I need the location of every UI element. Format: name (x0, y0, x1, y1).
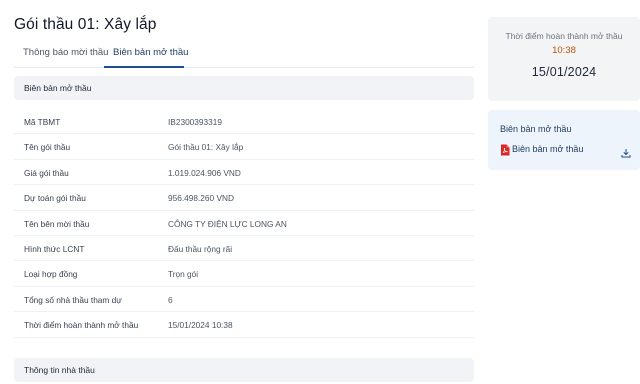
document-card: Biên bản mở thầu Biên bản mở thầu (488, 110, 640, 170)
detail-label: Tên gói thầu (24, 142, 71, 153)
tab-bid-notice[interactable]: Thông báo mời thầu (23, 47, 108, 58)
document-link-label: Biên bản mở thầu (512, 144, 584, 154)
section-header-bidder-info: Thông tin nhà thầu (14, 358, 474, 382)
detail-value: 1.019.024.906 VND (168, 167, 241, 178)
section-title: Biên bản mở thầu (24, 83, 92, 93)
detail-label: Loại hợp đồng (24, 269, 78, 280)
page-title: Gói thầu 01: Xây lắp (14, 16, 157, 33)
detail-value: 6 (168, 294, 173, 305)
details-table: Mã TBMT IB2300393319 Tên gói thầu Gói th… (14, 109, 474, 338)
detail-row: Dự toán gói thầu 956.498.260 VND (14, 185, 474, 211)
completion-time: 10:38 (552, 45, 576, 56)
section-title: Thông tin nhà thầu (24, 365, 95, 375)
section-header-opening-minutes: Biên bản mở thầu (14, 76, 474, 100)
tab-opening-minutes[interactable]: Biên bản mở thầu (113, 47, 188, 58)
detail-row: Tên gói thầu Gói thầu 01: Xây lắp (14, 134, 474, 160)
detail-label: Thời điểm hoàn thành mở thầu (24, 320, 139, 331)
detail-label: Tổng số nhà thầu tham dự (24, 294, 122, 305)
detail-value: Gói thầu 01: Xây lắp (168, 142, 244, 153)
detail-row: Tổng số nhà thầu tham dự 6 (14, 287, 474, 313)
detail-label: Mã TBMT (24, 117, 61, 127)
detail-row: Mã TBMT IB2300393319 (14, 109, 474, 135)
detail-label: Dự toán gói thầu (24, 193, 86, 204)
completion-label: Thời điểm hoàn thành mở thầu (505, 31, 623, 41)
detail-row: Giá gói thầu 1.019.024.906 VND (14, 160, 474, 186)
detail-row: Hình thức LCNT Đấu thầu rộng rãi (14, 236, 474, 262)
completion-date: 15/01/2024 (531, 65, 597, 79)
detail-label: Giá gói thầu (24, 167, 69, 178)
detail-value: Đấu thầu rộng rãi (168, 243, 233, 254)
detail-row: Loại hợp đồng Trọn gói (14, 261, 474, 287)
completion-time-card: Thời điểm hoàn thành mở thầu 10:38 15/01… (488, 17, 640, 101)
active-tab-indicator (104, 66, 184, 68)
detail-value: Trọn gói (168, 269, 199, 280)
document-link[interactable]: Biên bản mở thầu (500, 143, 584, 156)
download-icon[interactable] (621, 145, 631, 158)
detail-value: CÔNG TY ĐIỆN LỰC LONG AN (168, 218, 287, 229)
detail-label: Hình thức LCNT (24, 243, 85, 254)
detail-value: 15/01/2024 10:38 (168, 320, 233, 331)
detail-row: Thời điểm hoàn thành mở thầu 15/01/2024 … (14, 312, 474, 338)
detail-label: Tên bên mời thầu (24, 218, 90, 229)
pdf-icon (500, 143, 510, 156)
document-card-title: Biên bản mở thầu (500, 124, 572, 134)
detail-row: Tên bên mời thầu CÔNG TY ĐIỆN LỰC LONG A… (14, 211, 474, 236)
detail-value: IB2300393319 (168, 117, 222, 127)
tab-bar: Thông báo mời thầu Biên bản mở thầu (14, 40, 474, 68)
detail-value: 956.498.260 VND (168, 193, 234, 204)
